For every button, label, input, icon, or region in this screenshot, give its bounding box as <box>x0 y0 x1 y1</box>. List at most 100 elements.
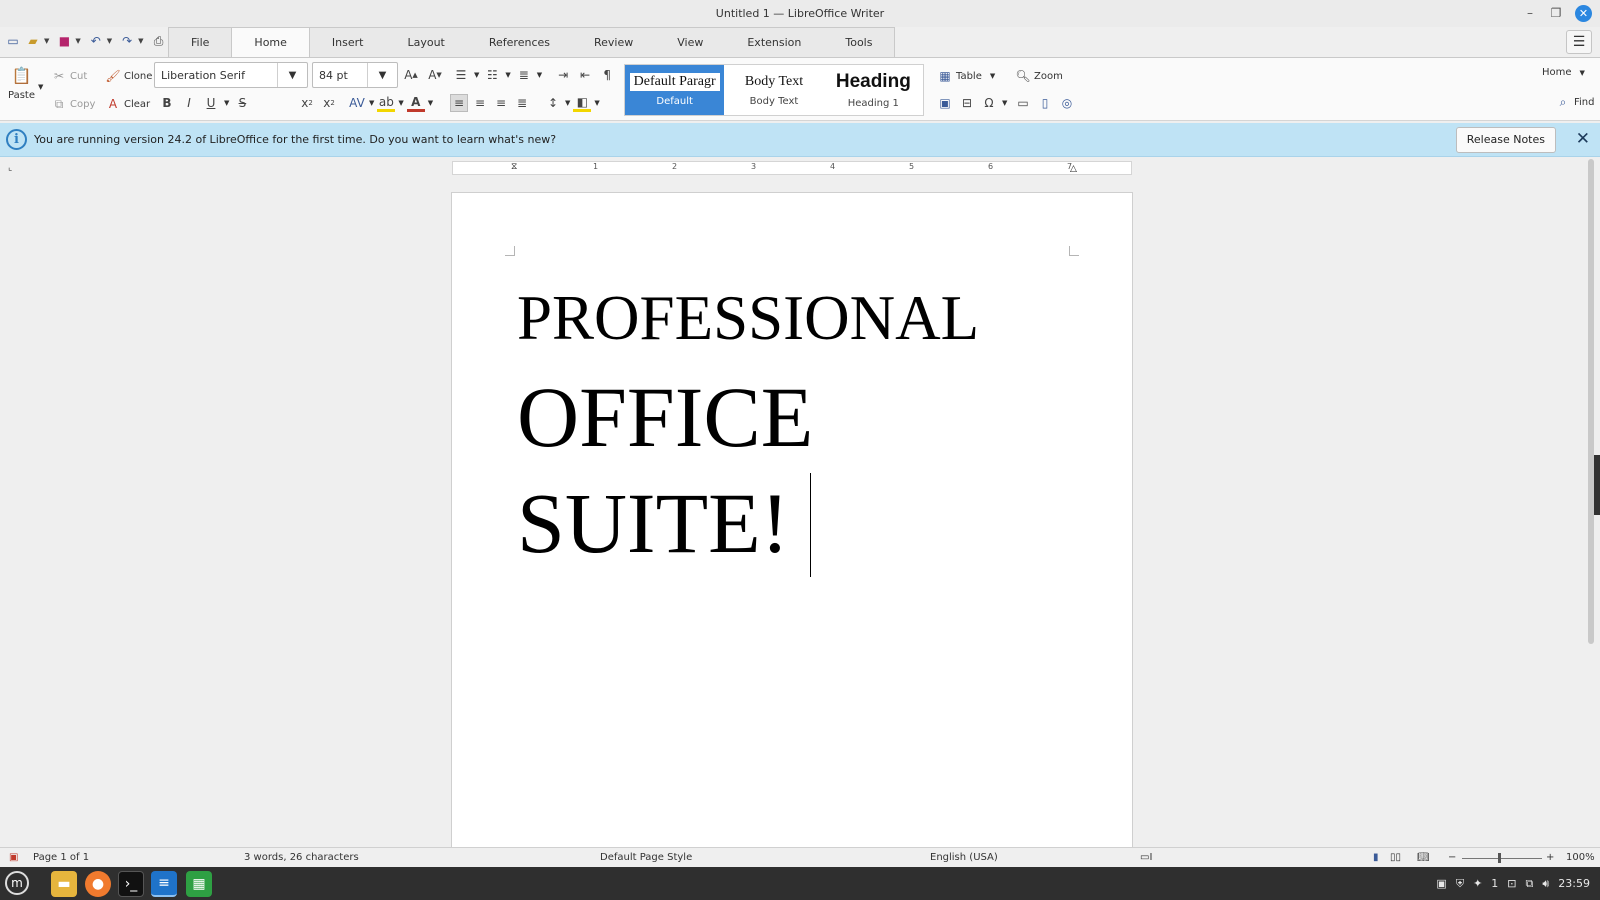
clipboard-tray-icon[interactable]: ▣ <box>1436 877 1446 890</box>
writer-icon[interactable]: ≡ <box>151 871 177 897</box>
files-folder-icon[interactable]: ▬ <box>51 871 77 897</box>
book-view-icon[interactable]: 📖︎ <box>1417 848 1430 868</box>
chevron-down-icon[interactable]: ▼ <box>594 99 599 107</box>
page-style[interactable]: Default Page Style <box>600 848 692 868</box>
mint-menu-icon[interactable]: m <box>5 871 29 895</box>
zoom-slider[interactable] <box>1462 858 1542 859</box>
language[interactable]: English (USA) <box>930 848 998 868</box>
close-icon[interactable]: ✕ <box>1575 5 1592 22</box>
clock[interactable]: 23:59 <box>1558 877 1590 890</box>
open-folder-icon[interactable]: ▰ <box>24 31 42 51</box>
highlight-color-icon[interactable]: ab <box>377 94 396 112</box>
justify-icon[interactable]: ≣ <box>513 94 531 112</box>
right-indent-marker[interactable]: △ <box>1070 164 1077 174</box>
notification-icon[interactable]: ✦ <box>1473 877 1482 890</box>
minimize-icon[interactable]: – <box>1523 6 1537 21</box>
zoom-out-icon[interactable]: − <box>1448 848 1456 868</box>
chevron-down-icon[interactable]: ▼ <box>398 99 403 107</box>
align-center-icon[interactable]: ≡ <box>471 94 489 112</box>
chevron-down-icon[interactable]: ▼ <box>537 71 542 79</box>
page-count[interactable]: Page 1 of 1 <box>33 848 89 868</box>
chevron-down-icon[interactable]: ▼ <box>474 71 479 79</box>
clipboard-icon[interactable]: 📋 <box>12 66 32 85</box>
special-character-icon[interactable]: Ω <box>980 94 998 112</box>
chevron-down-icon[interactable]: ▼ <box>367 63 397 87</box>
clone-button[interactable]: 🖌 Clone <box>104 67 152 85</box>
selection-mode-icon[interactable]: ▭I <box>1140 848 1152 868</box>
tab-tools[interactable]: Tools <box>823 28 894 57</box>
align-right-icon[interactable]: ≡ <box>492 94 510 112</box>
font-color-icon[interactable]: A <box>406 94 425 112</box>
subscript-icon[interactable]: x2 <box>298 94 316 112</box>
zoom-button[interactable]: 🔍︎ Zoom <box>1014 67 1062 85</box>
find-button[interactable]: ⌕ Find <box>1554 93 1595 111</box>
font-size-combo[interactable]: 84 pt ▼ <box>312 62 398 88</box>
vertical-scrollbar[interactable] <box>1588 159 1594 644</box>
navigator-icon[interactable]: ◎ <box>1058 94 1076 112</box>
chevron-down-icon[interactable]: ▼ <box>38 83 43 91</box>
tab-layout[interactable]: Layout <box>385 28 466 57</box>
chevron-down-icon[interactable]: ▼ <box>138 37 143 45</box>
clear-formatting-button[interactable]: A Clear <box>104 95 150 113</box>
chevron-down-icon[interactable]: ▼ <box>565 99 570 107</box>
decrease-indent-icon[interactable]: ⇤ <box>576 66 594 84</box>
bullet-list-icon[interactable]: ☰ <box>452 66 470 84</box>
strikethrough-icon[interactable]: S <box>233 94 251 112</box>
chevron-down-icon[interactable]: ▼ <box>44 37 49 45</box>
tab-insert[interactable]: Insert <box>310 28 386 57</box>
tab-file[interactable]: File <box>169 28 231 57</box>
network-icon[interactable]: ⧉ <box>1526 877 1534 891</box>
chevron-down-icon[interactable]: ▼ <box>505 71 510 79</box>
line-spacing-icon[interactable]: ↕ <box>544 94 562 112</box>
document-page[interactable]: PROFESSIONAL OFFICE SUITE! <box>451 192 1133 862</box>
hamburger-menu-icon[interactable]: ☰ <box>1566 30 1592 54</box>
superscript-icon[interactable]: x2 <box>320 94 338 112</box>
shrink-font-icon[interactable]: A ▼ <box>426 66 444 84</box>
formatting-marks-icon[interactable]: ¶ <box>598 66 616 84</box>
single-page-view-icon[interactable]: ▮ <box>1373 848 1379 868</box>
sidebar-toggle-handle[interactable] <box>1594 455 1600 515</box>
tab-stop-selector-icon[interactable]: ⌞ <box>8 163 12 173</box>
style-heading-1[interactable]: Heading Heading 1 <box>824 65 923 115</box>
paste-button[interactable]: Paste <box>8 90 35 101</box>
chevron-down-icon[interactable]: ▼ <box>224 99 229 107</box>
tab-references[interactable]: References <box>467 28 572 57</box>
workspace-number[interactable]: 1 <box>1491 877 1498 890</box>
font-name-combo[interactable]: Liberation Serif ▼ <box>154 62 308 88</box>
release-notes-button[interactable]: Release Notes <box>1455 127 1556 153</box>
chevron-down-icon[interactable]: ▼ <box>107 37 112 45</box>
style-body-text[interactable]: Body Text Body Text <box>724 65 823 115</box>
firefox-icon[interactable]: ● <box>85 871 111 897</box>
chevron-down-icon[interactable]: ▼ <box>75 37 80 45</box>
track-changes-icon[interactable]: ▯ <box>1036 94 1054 112</box>
updates-icon[interactable]: ⊡ <box>1507 877 1516 890</box>
numbered-list-icon[interactable]: ☷ <box>483 66 501 84</box>
volume-icon[interactable]: 🔊︎ <box>1542 877 1549 891</box>
new-document-icon[interactable]: ▭ <box>4 31 22 51</box>
chevron-down-icon[interactable]: ▼ <box>369 99 374 107</box>
underline-icon[interactable]: U <box>202 94 220 112</box>
paragraph-background-icon[interactable]: ◧ <box>573 94 592 112</box>
page-break-icon[interactable]: ⊟ <box>958 94 976 112</box>
zoom-percentage[interactable]: 100% <box>1566 848 1595 868</box>
grow-font-icon[interactable]: A ▲ <box>402 66 420 84</box>
character-spacing-icon[interactable]: AV <box>348 94 366 112</box>
print-icon[interactable]: ⎙ <box>150 31 168 51</box>
zoom-slider-thumb[interactable] <box>1498 853 1501 863</box>
outline-list-icon[interactable]: ≣ <box>515 66 533 84</box>
chevron-down-icon[interactable]: ▼ <box>277 63 307 87</box>
chevron-down-icon[interactable]: ▼ <box>1002 99 1007 107</box>
redo-icon[interactable]: ↷ <box>118 31 136 51</box>
horizontal-ruler[interactable]: 1 2 3 4 5 6 7 ⧖ △ <box>452 161 1132 175</box>
table-button[interactable]: ▦ Table ▼ <box>936 67 995 85</box>
word-count[interactable]: 3 words, 26 characters <box>244 848 359 868</box>
style-default-paragraph[interactable]: Default Paragr Default <box>625 65 725 115</box>
save-icon[interactable]: ■ <box>55 31 73 51</box>
calc-icon[interactable]: ▦ <box>186 871 212 897</box>
shield-icon[interactable]: ⛨ <box>1456 877 1464 891</box>
tab-home[interactable]: Home <box>231 28 310 58</box>
tab-review[interactable]: Review <box>572 28 655 57</box>
save-status-icon[interactable]: ▣ <box>9 848 18 868</box>
left-indent-marker[interactable]: ⧖ <box>511 162 517 172</box>
close-icon[interactable]: ✕ <box>1576 129 1590 149</box>
